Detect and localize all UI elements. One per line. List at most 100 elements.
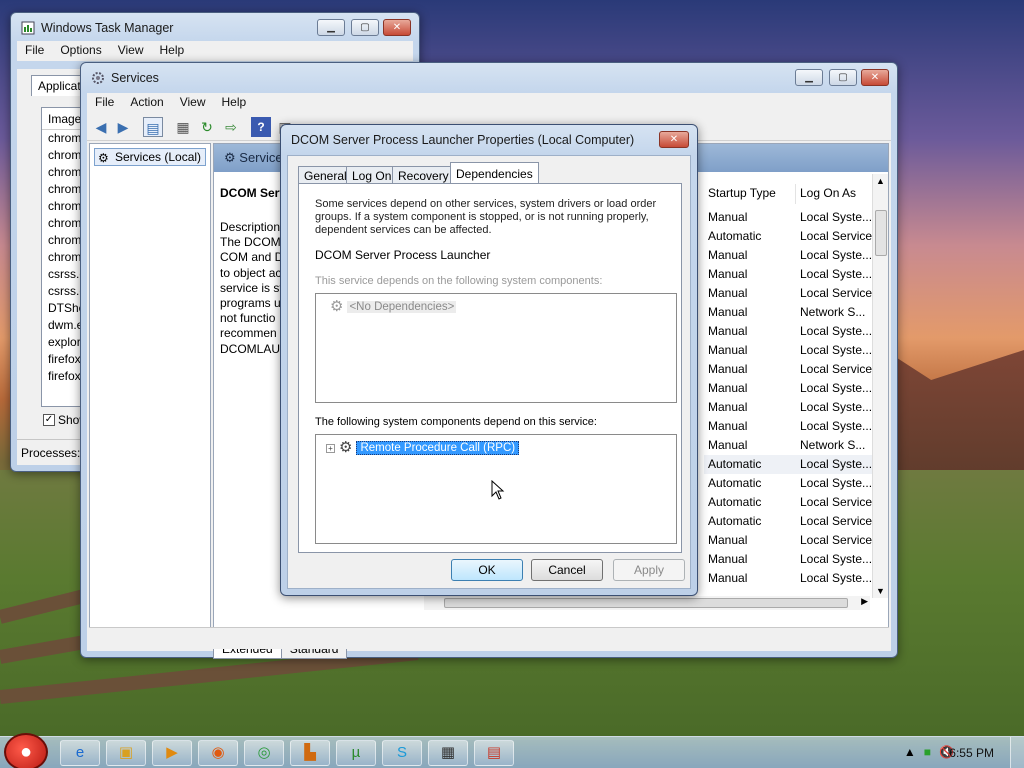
log-on-as-cell: Local Syste... — [800, 343, 873, 357]
clock[interactable]: 6:55 PM — [949, 746, 994, 760]
table-row[interactable]: Manual Local Syste... — [704, 417, 884, 436]
table-row[interactable]: Manual Network S... — [704, 436, 884, 455]
tree-item-label: Services (Local) — [115, 150, 202, 164]
table-row[interactable]: Manual Local Service — [704, 360, 884, 379]
network-icon[interactable]: ■ — [924, 745, 931, 759]
menu-view[interactable]: View — [110, 41, 152, 61]
close-button[interactable]: ✕ — [659, 131, 689, 148]
rpc-node-label[interactable]: Remote Procedure Call (RPC) — [356, 441, 520, 455]
table-row[interactable]: Manual Local Service — [704, 531, 884, 550]
task-manager-titlebar[interactable]: Windows Task Manager ▁ ▢ ✕ — [11, 13, 419, 43]
close-button[interactable]: ✕ — [383, 19, 411, 36]
media-player-icon[interactable]: ▶ — [152, 740, 192, 766]
help-icon[interactable]: ? — [251, 117, 271, 137]
dialog-titlebar[interactable]: DCOM Server Process Launcher Properties … — [281, 125, 697, 155]
tree-item-services-local[interactable]: ⚙ Services (Local) — [94, 148, 207, 166]
table-row[interactable]: Manual Local Service — [704, 284, 884, 303]
menu-file[interactable]: File — [17, 41, 52, 61]
table-row[interactable]: Manual Local Syste... — [704, 246, 884, 265]
table-row[interactable]: Automatic Local Syste... — [704, 455, 884, 474]
scroll-right-icon[interactable]: ▶ — [861, 596, 868, 607]
refresh-icon[interactable]: ↻ — [197, 117, 217, 137]
startup-type-cell: Manual — [708, 362, 748, 376]
show-desktop-button[interactable] — [1010, 737, 1024, 768]
table-row[interactable]: Manual Local Syste... — [704, 398, 884, 417]
menu-file[interactable]: File — [87, 93, 122, 113]
table-row[interactable]: Manual Local Syste... — [704, 550, 884, 569]
back-arrow-icon[interactable]: ◀ — [91, 117, 111, 137]
maximize-button[interactable]: ▢ — [351, 19, 379, 36]
table-row[interactable]: Automatic Local Syste... — [704, 474, 884, 493]
table-row[interactable]: Manual Local Syste... — [704, 379, 884, 398]
tab-recovery[interactable]: Recovery — [392, 166, 455, 184]
table-row[interactable]: Manual Local Syste... — [704, 569, 884, 588]
startup-type-cell: Manual — [708, 552, 748, 566]
dependencies-panel: Some services depend on other services, … — [298, 183, 682, 553]
startup-type-cell: Manual — [708, 305, 748, 319]
table-row[interactable]: Automatic Local Service — [704, 493, 884, 512]
tab-general[interactable]: General — [298, 166, 353, 184]
log-on-as-cell: Local Service — [800, 229, 873, 243]
minimize-button[interactable]: ▁ — [317, 19, 345, 36]
forward-arrow-icon[interactable]: ▶ — [113, 117, 133, 137]
folder-icon[interactable]: ▣ — [106, 740, 146, 766]
scroll-down-icon[interactable]: ▼ — [876, 586, 885, 596]
column-startup-type[interactable]: Startup Type — [704, 184, 796, 204]
table-row[interactable]: Automatic Local Service — [704, 512, 884, 531]
task-manager-icon — [21, 21, 35, 35]
export-list-icon[interactable]: ⇨ — [221, 117, 241, 137]
menu-help[interactable]: Help — [152, 41, 193, 61]
expand-plus-icon[interactable]: + — [326, 443, 335, 453]
apply-button[interactable]: Apply — [613, 559, 685, 581]
cancel-button[interactable]: Cancel — [531, 559, 603, 581]
menu-action[interactable]: Action — [122, 93, 171, 113]
tab-dependencies[interactable]: Dependencies — [450, 162, 539, 185]
services-taskbar-icon[interactable]: ▤ — [474, 740, 514, 766]
skype-icon[interactable]: S — [382, 740, 422, 766]
tab-log-on[interactable]: Log On — [346, 166, 398, 184]
depends-on-tree[interactable]: ⚙ <No Dependencies> — [315, 293, 677, 403]
services-titlebar[interactable]: Services ▁ ▢ ✕ — [81, 63, 897, 93]
table-row[interactable]: Manual Network S... — [704, 303, 884, 322]
table-row[interactable]: Manual Local Syste... — [704, 341, 884, 360]
table-row[interactable]: Manual Local Syste... — [704, 208, 884, 227]
startup-type-cell: Automatic — [708, 476, 762, 490]
menu-options[interactable]: Options — [52, 41, 109, 61]
startup-type-cell: Manual — [708, 324, 748, 338]
vertical-scroll-thumb[interactable] — [875, 210, 887, 256]
office-app-icon[interactable]: ▙ — [290, 740, 330, 766]
horizontal-scrollbar[interactable]: ▶ — [424, 596, 870, 610]
ok-button[interactable]: OK — [451, 559, 523, 581]
startup-type-cell: Manual — [708, 533, 748, 547]
horizontal-scroll-thumb[interactable] — [444, 598, 848, 608]
start-button-bird-icon[interactable]: ● — [4, 733, 48, 768]
table-row[interactable]: Automatic Local Service — [704, 227, 884, 246]
properties-dialog[interactable]: DCOM Server Process Launcher Properties … — [280, 124, 698, 596]
scroll-up-icon[interactable]: ▲ — [876, 176, 885, 186]
startup-type-cell: Automatic — [708, 457, 762, 471]
utorrent-icon[interactable]: µ — [336, 740, 376, 766]
task-manager-taskbar-icon[interactable]: ▦ — [428, 740, 468, 766]
tree-node-rpc[interactable]: + ⚙ Remote Procedure Call (RPC) — [326, 440, 520, 455]
log-on-as-cell: Local Syste... — [800, 552, 873, 566]
table-row[interactable]: Manual Local Syste... — [704, 322, 884, 341]
maximize-button[interactable]: ▢ — [829, 69, 857, 86]
log-on-as-cell: Local Syste... — [800, 381, 873, 395]
menu-help[interactable]: Help — [214, 93, 255, 113]
table-row[interactable]: Manual Local Syste... — [704, 265, 884, 284]
startup-type-cell: Manual — [708, 267, 748, 281]
checkbox-checked-icon[interactable]: ✓ — [43, 414, 55, 426]
console-tree-icon[interactable]: ▤ — [143, 117, 163, 137]
show-hidden-icons-icon[interactable]: ▲ — [904, 745, 916, 759]
internet-explorer-icon[interactable]: e — [60, 740, 100, 766]
close-button[interactable]: ✕ — [861, 69, 889, 86]
log-on-as-cell: Local Syste... — [800, 476, 873, 490]
properties-icon[interactable]: ▦ — [173, 117, 193, 137]
firefox-icon[interactable]: ◉ — [198, 740, 238, 766]
services-gear-icon — [91, 71, 105, 85]
vertical-scrollbar[interactable]: ▲ ▼ — [872, 174, 888, 598]
menu-view[interactable]: View — [172, 93, 214, 113]
minimize-button[interactable]: ▁ — [795, 69, 823, 86]
startup-type-cell: Manual — [708, 438, 748, 452]
chrome-icon[interactable]: ◎ — [244, 740, 284, 766]
